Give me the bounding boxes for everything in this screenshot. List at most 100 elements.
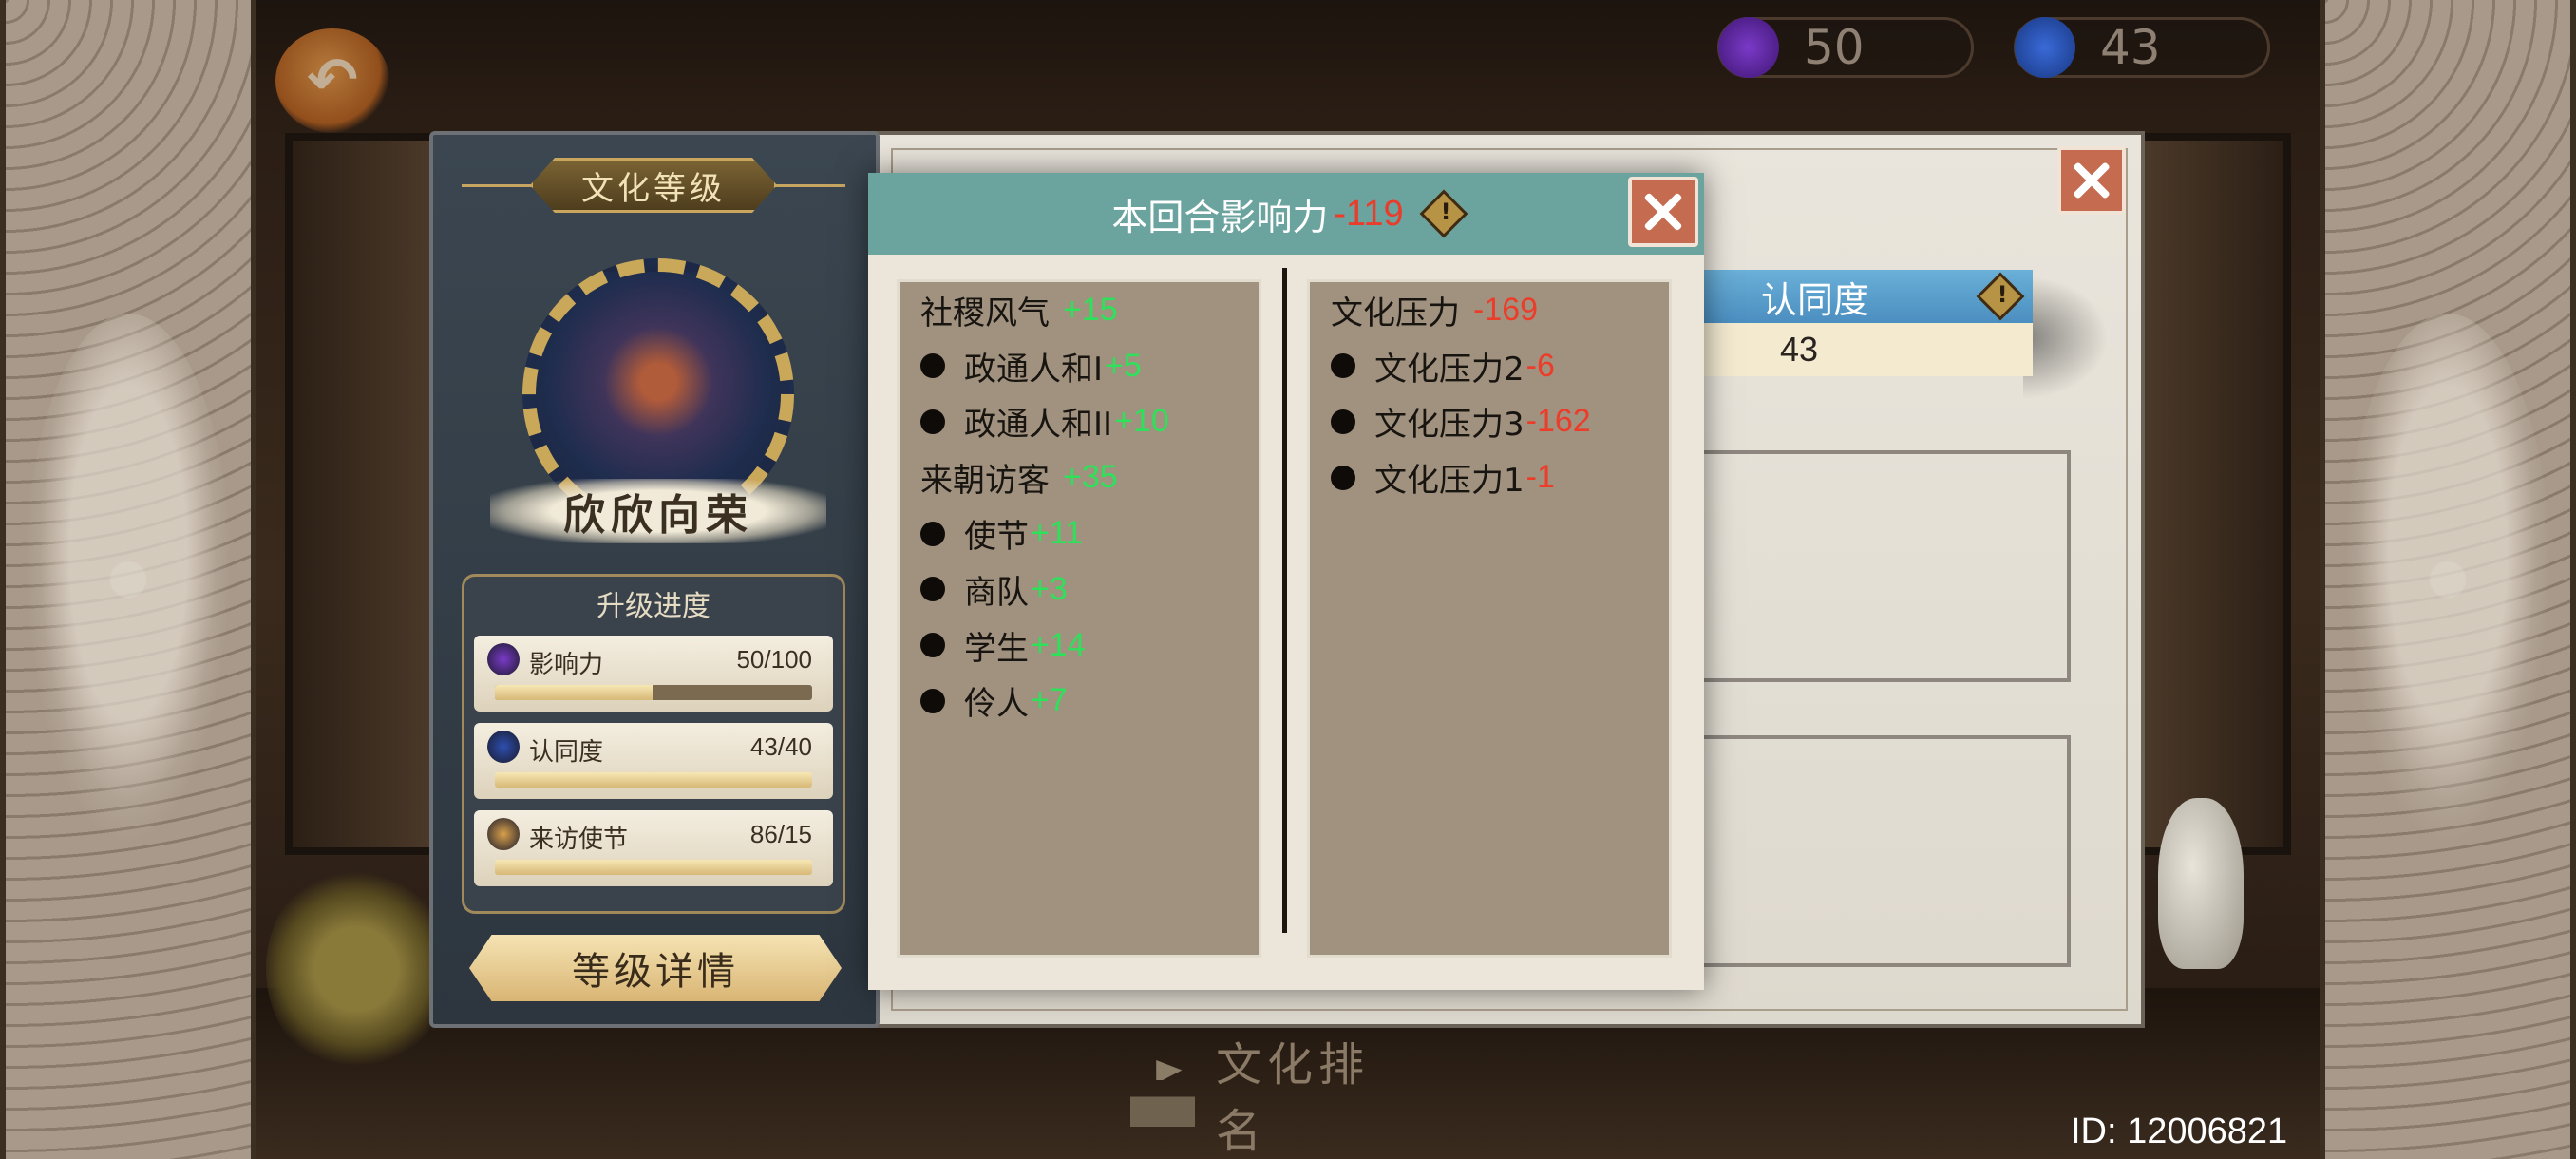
recognition-counter: 43: [2014, 17, 2270, 78]
info-box: [1700, 450, 2071, 682]
recognition-value-bar: 43: [1700, 323, 2033, 376]
progress-fill: [495, 860, 812, 875]
progress-list: 影响力 50/100 认同度 43/40 来访使节 86/15: [464, 636, 843, 886]
row-label: 伶人: [964, 685, 1029, 724]
right-ornament-panel: [2320, 0, 2576, 1159]
recognition-icon: [2015, 17, 2075, 78]
row-value: +3: [1031, 570, 1068, 607]
bullet-icon: [920, 577, 945, 602]
recognition-value: 43: [2100, 20, 2161, 75]
recognition-tab: 认同度: [1700, 270, 2033, 323]
ink-stroke-decoration: [2023, 276, 2109, 399]
source-row: 伶人 +7: [900, 674, 1259, 730]
row-label: 文化压力: [1331, 294, 1460, 332]
bullet-icon: [1331, 353, 1355, 379]
envoy-icon: [487, 818, 520, 850]
source-row: 文化压力3 -162: [1310, 394, 1669, 450]
back-button[interactable]: ↶: [275, 28, 389, 133]
recognition-tab-label: 认同度: [1761, 278, 1870, 321]
source-row: 文化压力1 -1: [1310, 449, 1669, 505]
row-value: +35: [1063, 459, 1118, 496]
flag-icon: [1130, 1060, 1196, 1127]
plant-decoration: [266, 864, 446, 1074]
category-row: 文化压力 -169: [1310, 282, 1669, 338]
level-name: 欣欣向荣: [490, 479, 826, 543]
row-value: +11: [1031, 515, 1084, 552]
row-label: 文化压力3: [1374, 406, 1525, 445]
dragon-ornament: [25, 314, 232, 846]
progress-item: 影响力 50/100: [474, 636, 833, 712]
popup-total-value: -119: [1334, 193, 1404, 234]
bullet-icon: [920, 688, 945, 713]
culture-ranking-label: 文化排名: [1216, 1038, 1371, 1158]
row-label: 社稷风气: [920, 294, 1050, 332]
recognition-icon: [487, 731, 520, 763]
progress-bar: [495, 860, 812, 875]
dragon-ornament: [2344, 314, 2551, 846]
source-row: 政通人和I +5: [900, 338, 1259, 394]
source-row: 文化压力2 -6: [1310, 338, 1669, 394]
upgrade-progress-box[interactable]: 升级进度 影响力 50/100 认同度 43/40 来访使节 86/15: [462, 574, 845, 914]
progress-value: 86/15: [749, 820, 812, 848]
row-value: -1: [1525, 459, 1555, 496]
row-value: +10: [1114, 403, 1169, 440]
close-icon: [2061, 150, 2122, 211]
row-value: +15: [1063, 291, 1118, 328]
vase-decoration: [2158, 798, 2244, 969]
influence-icon: [1718, 17, 1779, 78]
back-arrow-icon: ↶: [307, 46, 358, 116]
row-label: 来朝访客: [920, 462, 1050, 501]
level-detail-button[interactable]: 等级详情: [469, 935, 842, 1001]
progress-value: 50/100: [736, 645, 812, 674]
bullet-icon: [920, 408, 945, 434]
popup-close-button[interactable]: [1628, 177, 1698, 247]
recognition-panel-value: 43: [1780, 330, 1819, 369]
info-warning-icon[interactable]: [1976, 272, 2025, 321]
culture-level-panel: 文化等级 欣欣向荣 升级进度 影响力 50/100 认同度 43/40 来访使节 86/1…: [429, 131, 880, 1028]
row-label: 政通人和I: [964, 350, 1104, 389]
row-label: 使节: [964, 518, 1029, 557]
left-ornament-panel: [0, 0, 256, 1159]
bullet-icon: [920, 521, 945, 546]
source-row: 学生 +14: [900, 618, 1259, 674]
row-label: 文化压力1: [1374, 462, 1525, 501]
progress-bar: [495, 685, 812, 700]
influence-popup: 本回合影响力 -119 社稷风气+15政通人和I+5政通人和II+10来朝访客+…: [868, 173, 1704, 990]
culture-level-title: 文化等级: [530, 158, 777, 213]
row-value: -169: [1473, 291, 1539, 328]
row-label: 商队: [964, 573, 1029, 612]
row-value: +5: [1105, 347, 1142, 384]
negative-breakdown-column: 文化压力 -169 文化压力2 -6 文化压力3 -162 文化压力1 -1: [1307, 279, 1672, 958]
row-label: 学生: [964, 629, 1029, 668]
bullet-icon: [920, 633, 945, 658]
progress-item: 认同度 43/40: [474, 723, 833, 799]
progress-label: 认同度: [529, 738, 604, 767]
row-value: +7: [1031, 682, 1068, 719]
popup-title: 本回合影响力: [1111, 196, 1329, 238]
panel-close-button[interactable]: [2057, 146, 2126, 215]
culture-ranking-button[interactable]: 文化排名: [1130, 1038, 1415, 1158]
category-row: 来朝访客 +35: [900, 449, 1259, 505]
category-row: 社稷风气 +15: [900, 282, 1259, 338]
row-value: -6: [1525, 347, 1555, 384]
progress-item: 来访使节 86/15: [474, 810, 833, 886]
info-warning-icon[interactable]: [1419, 189, 1468, 238]
info-box: [1700, 735, 2071, 967]
source-row: 使节 +11: [900, 505, 1259, 561]
culture-title-bar: 文化等级: [462, 158, 845, 213]
row-value: -162: [1525, 403, 1591, 440]
source-row: 政通人和II +10: [900, 394, 1259, 450]
row-label: 文化压力2: [1374, 350, 1525, 389]
progress-label: 来访使节: [529, 826, 629, 854]
progress-fill: [495, 772, 812, 788]
progress-bar: [495, 772, 812, 788]
bullet-icon: [1331, 408, 1355, 434]
bullet-icon: [920, 353, 945, 379]
game-screen: ↶ 50 43 认同度 43 文化等级 欣欣向荣 升级进度 影响力 50/100 认…: [0, 0, 2576, 1159]
progress-value: 43/40: [749, 732, 812, 761]
influence-counter: 50: [1717, 17, 1974, 78]
close-icon: [1632, 180, 1695, 243]
row-value: +14: [1031, 626, 1086, 663]
source-row: 商队 +3: [900, 561, 1259, 618]
progress-fill: [495, 685, 653, 700]
